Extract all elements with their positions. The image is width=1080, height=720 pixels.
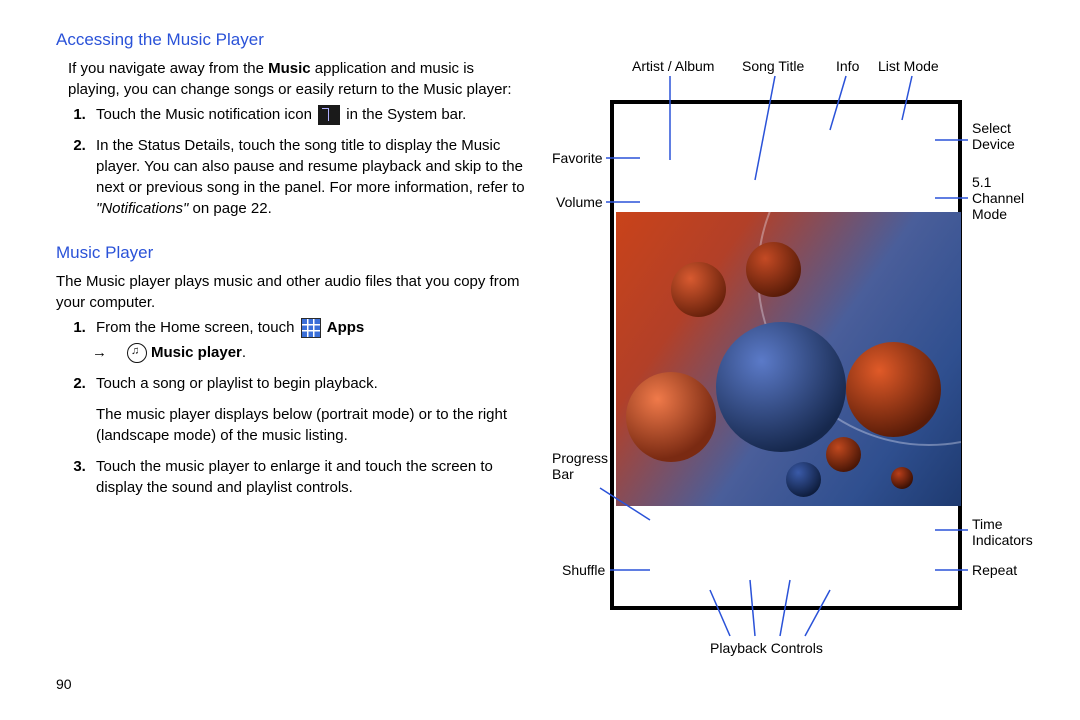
intro-app-bold: Music [268, 60, 311, 77]
step-2: In the Status Details, touch the song ti… [90, 135, 528, 219]
step2-text-b: on page 22. [188, 200, 271, 217]
heading-music-player: Music Player [56, 241, 528, 265]
step-1: Touch the Music notification icon in the… [90, 104, 528, 125]
callout-lines [540, 0, 1060, 640]
heading-accessing: Accessing the Music Player [56, 28, 528, 52]
steps-list-2: From the Home screen, touch Apps →Music … [68, 317, 528, 498]
mp1-text-a: From the Home screen, touch [96, 319, 299, 336]
mp-step-2: Touch a song or playlist to begin playba… [90, 373, 528, 446]
page-root: Accessing the Music Player If you naviga… [0, 0, 1080, 720]
label-playback: Playback Controls [710, 640, 823, 656]
step2-ref: "Notifications" [96, 200, 188, 217]
mp-intro: The Music player plays music and other a… [56, 271, 528, 313]
music-player-icon [127, 343, 147, 363]
apps-grid-icon [301, 318, 321, 338]
page-number: 90 [56, 676, 72, 692]
mp1-music-bold: Music player [151, 344, 242, 361]
mp-step-3: Touch the music player to enlarge it and… [90, 456, 528, 498]
mp2-text: Touch a song or playlist to begin playba… [96, 375, 378, 392]
mp-step-1: From the Home screen, touch Apps →Music … [90, 317, 528, 363]
mp1-period: . [242, 344, 246, 361]
mp2-sub: The music player displays below (portrai… [96, 404, 528, 446]
step1-text-b: in the System bar. [342, 106, 466, 123]
mp1-apps-bold: Apps [327, 319, 365, 336]
intro-text-a: If you navigate away from the [68, 60, 268, 77]
mp1-line2: →Music player. [96, 342, 528, 363]
step1-text-a: Touch the Music notification icon [96, 106, 316, 123]
intro-paragraph: If you navigate away from the Music appl… [68, 58, 528, 100]
step2-text-a: In the Status Details, touch the song ti… [96, 137, 525, 196]
steps-list-1: Touch the Music notification icon in the… [68, 104, 528, 219]
music-notification-icon [318, 105, 340, 125]
left-column: Accessing the Music Player If you naviga… [0, 0, 540, 720]
right-column: Artist / Album Song Title Info List Mode… [540, 0, 1080, 720]
